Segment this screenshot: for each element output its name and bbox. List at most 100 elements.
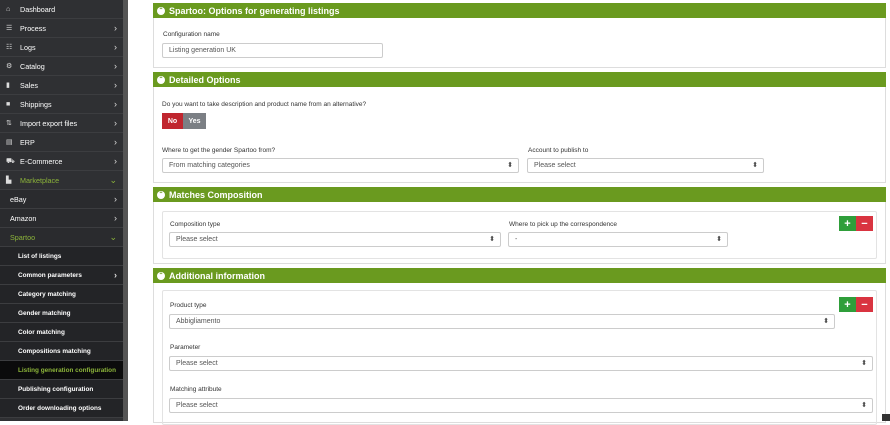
chevron-right-icon: › <box>114 213 117 223</box>
select-arrow-icon: ⬍ <box>489 236 495 243</box>
chevron-right-icon: › <box>114 42 117 52</box>
sidebar-item-label: Listing generation configuration <box>18 366 116 374</box>
store-icon: ▙ <box>6 177 12 184</box>
gear-icon: ⚙ <box>6 63 13 70</box>
correspondence-select[interactable]: - ⬍ <box>508 232 728 247</box>
sidebar-item-label: E-Commerce <box>20 156 63 166</box>
chevron-right-icon: › <box>114 99 117 109</box>
yes-toggle-button[interactable]: Yes <box>183 113 206 129</box>
panel-title: Spartoo: Options for generating listings <box>169 5 340 16</box>
chevron-right-icon: › <box>114 61 117 71</box>
sidebar-item-spartoo[interactable]: Spartoo ⌄ <box>0 228 123 247</box>
product-type-label: Product type <box>170 302 207 309</box>
sidebar-item-label: Shippings <box>20 99 52 109</box>
matching-attribute-select[interactable]: Please select ⬍ <box>169 398 873 413</box>
sidebar-item-label: Common parameters <box>18 271 82 279</box>
sidebar-item-label: Publishing configuration <box>18 385 94 393</box>
sidebar-item-label: Spartoo <box>10 232 36 242</box>
sidebar-item-gender-matching[interactable]: Gender matching <box>0 304 123 323</box>
sidebar-item-common-parameters[interactable]: Common parameters › <box>0 266 123 285</box>
sidebar-item-label: Dashboard <box>20 4 56 14</box>
remove-composition-button[interactable]: − <box>856 216 873 231</box>
select-value: Abbigliamento <box>176 318 221 325</box>
sidebar-item-sales[interactable]: ▮ Sales › <box>0 76 123 95</box>
sidebar-item-label: Process <box>20 23 46 33</box>
options-panel-header[interactable]: ⌃ Spartoo: Options for generating listing… <box>153 3 886 18</box>
sidebar-item-dashboard[interactable]: ⌂ Dashboard <box>0 0 123 19</box>
select-value: Please select <box>176 360 218 367</box>
sidebar-item-amazon[interactable]: Amazon › <box>0 209 123 228</box>
composition-type-label: Composition type <box>170 221 221 228</box>
gender-source-label: Where to get the gender Spartoo from? <box>162 147 276 154</box>
matching-attribute-label: Matching attribute <box>170 386 222 393</box>
sidebar-item-label: Order downloading options <box>18 404 102 412</box>
chevron-down-icon: ⌄ <box>109 232 117 242</box>
list-icon: ☷ <box>6 44 13 51</box>
collapse-icon: ⌃ <box>157 75 165 84</box>
transfer-icon: ⇅ <box>6 120 12 127</box>
select-arrow-icon: ⬍ <box>861 402 867 409</box>
select-arrow-icon: ⬍ <box>716 236 722 243</box>
sidebar-item-compositions-matching[interactable]: Compositions matching <box>0 342 123 361</box>
chevron-right-icon: › <box>114 270 117 280</box>
panel-title: Additional information <box>169 270 265 281</box>
account-label: Account to publish to <box>528 147 589 154</box>
chevron-right-icon: › <box>114 80 117 90</box>
sidebar-item-label: Color matching <box>18 328 65 336</box>
select-value: Please select <box>534 162 576 169</box>
select-arrow-icon: ⬍ <box>823 318 829 325</box>
sidebar-item-color-matching[interactable]: Color matching <box>0 323 123 342</box>
sidebar-item-label: List of listings <box>18 252 62 260</box>
panel-title: Detailed Options <box>169 74 241 85</box>
sidebar: ⌂ Dashboard ☰ Process › ☷ Logs › ⚙ Catalog › ▮ S… <box>0 0 128 421</box>
sidebar-item-label: Marketplace <box>20 175 60 185</box>
add-product-type-button[interactable]: + <box>839 297 856 312</box>
sidebar-scrollbar[interactable] <box>123 0 128 421</box>
product-type-select[interactable]: Abbigliamento ⬍ <box>169 314 835 329</box>
sidebar-item-listing-generation-config[interactable]: Listing generation configuration <box>0 361 123 380</box>
sidebar-item-process[interactable]: ☰ Process › <box>0 19 123 38</box>
sidebar-item-list-of-listings[interactable]: List of listings <box>0 247 123 266</box>
sidebar-item-ebay[interactable]: eBay › <box>0 190 123 209</box>
sidebar-item-catalog[interactable]: ⚙ Catalog › <box>0 57 123 76</box>
home-icon: ⌂ <box>6 5 11 13</box>
sidebar-item-marketplace[interactable]: ▙ Marketplace ⌄ <box>0 171 123 190</box>
sidebar-item-order-downloading[interactable]: Order downloading options <box>0 399 123 418</box>
select-value: From matching categories <box>169 162 250 169</box>
sidebar-item-category-matching[interactable]: Category matching <box>0 285 123 304</box>
additional-info-header[interactable]: ⌃ Additional information <box>153 268 886 283</box>
remove-product-type-button[interactable]: − <box>856 297 873 312</box>
account-select[interactable]: Please select ⬍ <box>527 158 764 173</box>
collapse-icon: ⌃ <box>157 190 165 199</box>
select-arrow-icon: ⬍ <box>752 162 758 169</box>
collapse-icon: ⌃ <box>157 271 165 280</box>
chevron-right-icon: › <box>114 23 117 33</box>
sidebar-item-import-export[interactable]: ⇅ Import export files › <box>0 114 123 133</box>
detailed-options-header[interactable]: ⌃ Detailed Options <box>153 72 886 87</box>
sidebar-item-logs[interactable]: ☷ Logs › <box>0 38 123 57</box>
composition-type-select[interactable]: Please select ⬍ <box>169 232 501 247</box>
config-name-label: Configuration name <box>163 31 220 38</box>
sidebar-item-ecommerce[interactable]: ⛟ E-Commerce › <box>0 152 123 171</box>
alternative-question-label: Do you want to take description and prod… <box>162 101 367 108</box>
no-toggle-button[interactable]: No <box>162 113 183 129</box>
sidebar-item-shippings[interactable]: ■ Shippings › <box>0 95 123 114</box>
collapse-icon: ⌃ <box>157 6 165 15</box>
matches-composition-header[interactable]: ⌃ Matches Composition <box>153 187 886 202</box>
add-composition-button[interactable]: + <box>839 216 856 231</box>
correspondence-label: Where to pick up the correspondence <box>509 221 618 228</box>
server-icon: ▤ <box>6 139 13 146</box>
sidebar-item-label: Logs <box>20 42 36 52</box>
sidebar-item-label: Sales <box>20 80 38 90</box>
parameter-select[interactable]: Please select ⬍ <box>169 356 873 371</box>
parameter-label: Parameter <box>170 344 201 351</box>
chevron-down-icon: ⌄ <box>109 175 117 185</box>
sidebar-item-label: Category matching <box>18 290 76 298</box>
chevron-right-icon: › <box>114 194 117 204</box>
select-arrow-icon: ⬍ <box>507 162 513 169</box>
config-name-input[interactable]: Listing generation UK <box>162 43 383 58</box>
chevron-right-icon: › <box>114 137 117 147</box>
sidebar-item-erp[interactable]: ▤ ERP › <box>0 133 123 152</box>
sidebar-item-publishing-config[interactable]: Publishing configuration <box>0 380 123 399</box>
gender-source-select[interactable]: From matching categories ⬍ <box>162 158 519 173</box>
